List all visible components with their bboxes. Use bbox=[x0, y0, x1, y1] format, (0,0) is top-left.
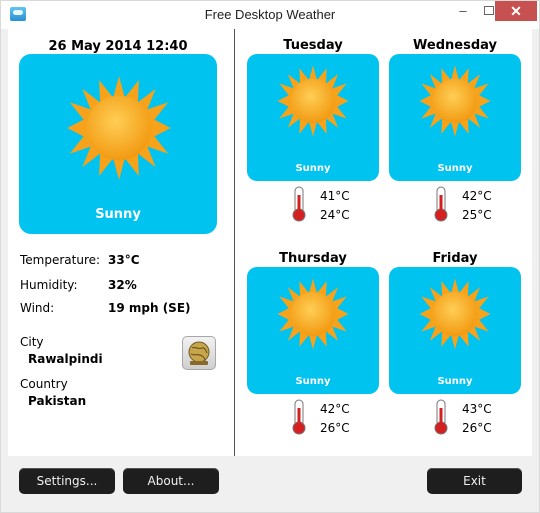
sun-icon bbox=[65, 74, 173, 182]
wind-label: Wind: bbox=[20, 301, 55, 315]
globe-map-icon bbox=[188, 341, 210, 365]
city-label: City bbox=[20, 335, 44, 349]
temperature-value: 33°C bbox=[108, 253, 140, 267]
forecast-low: 26°C bbox=[462, 421, 492, 435]
exit-button[interactable]: Exit bbox=[427, 468, 522, 494]
thermometer-icon bbox=[433, 186, 449, 222]
forecast-card: Sunny bbox=[389, 267, 521, 394]
minimize-button[interactable]: – bbox=[449, 1, 477, 21]
forecast-day-label: Friday bbox=[432, 251, 478, 266]
forecast-card: Sunny bbox=[247, 267, 379, 394]
forecast-condition: Sunny bbox=[437, 163, 473, 174]
current-datetime: 26 May 2014 12:40 bbox=[48, 39, 188, 54]
current-weather-card: Sunny bbox=[19, 54, 217, 234]
sun-icon bbox=[418, 64, 492, 138]
forecast-low: 26°C bbox=[320, 421, 350, 435]
forecast-condition: Sunny bbox=[437, 376, 473, 387]
app-window: Free Desktop Weather – ✕ 26 May 2014 12:… bbox=[0, 0, 540, 513]
forecast-condition: Sunny bbox=[295, 163, 331, 174]
wind-value: 19 mph (SE) bbox=[108, 301, 191, 315]
forecast-high: 42°C bbox=[462, 189, 492, 203]
location-button[interactable] bbox=[182, 336, 216, 370]
forecast-day-label: Thursday bbox=[279, 251, 347, 266]
forecast-day-label: Tuesday bbox=[283, 38, 343, 53]
current-condition: Sunny bbox=[95, 207, 141, 222]
country-label: Country bbox=[20, 377, 68, 391]
forecast-day-label: Wednesday bbox=[413, 38, 497, 53]
title-bar[interactable]: Free Desktop Weather – ✕ bbox=[1, 1, 539, 29]
settings-button[interactable]: Settings... bbox=[19, 468, 115, 494]
about-button[interactable]: About... bbox=[123, 468, 219, 494]
thermometer-icon bbox=[433, 399, 449, 435]
sun-icon bbox=[418, 277, 492, 351]
forecast-low: 24°C bbox=[320, 208, 350, 222]
forecast-low: 25°C bbox=[462, 208, 492, 222]
forecast-condition: Sunny bbox=[295, 376, 331, 387]
close-button[interactable]: ✕ bbox=[495, 1, 537, 21]
forecast-card: Sunny bbox=[389, 54, 521, 181]
humidity-label: Humidity: bbox=[20, 278, 78, 292]
sun-icon bbox=[276, 277, 350, 351]
forecast-high: 42°C bbox=[320, 402, 350, 416]
country-value: Pakistan bbox=[28, 394, 87, 408]
sun-icon bbox=[276, 64, 350, 138]
temperature-label: Temperature: bbox=[20, 253, 101, 267]
panel-divider bbox=[234, 29, 235, 456]
thermometer-icon bbox=[291, 399, 307, 435]
forecast-card: Sunny bbox=[247, 54, 379, 181]
maximize-icon bbox=[484, 6, 494, 15]
forecast-high: 41°C bbox=[320, 189, 350, 203]
city-value: Rawalpindi bbox=[28, 352, 103, 366]
thermometer-icon bbox=[291, 186, 307, 222]
forecast-high: 43°C bbox=[462, 402, 492, 416]
humidity-value: 32% bbox=[108, 278, 137, 292]
